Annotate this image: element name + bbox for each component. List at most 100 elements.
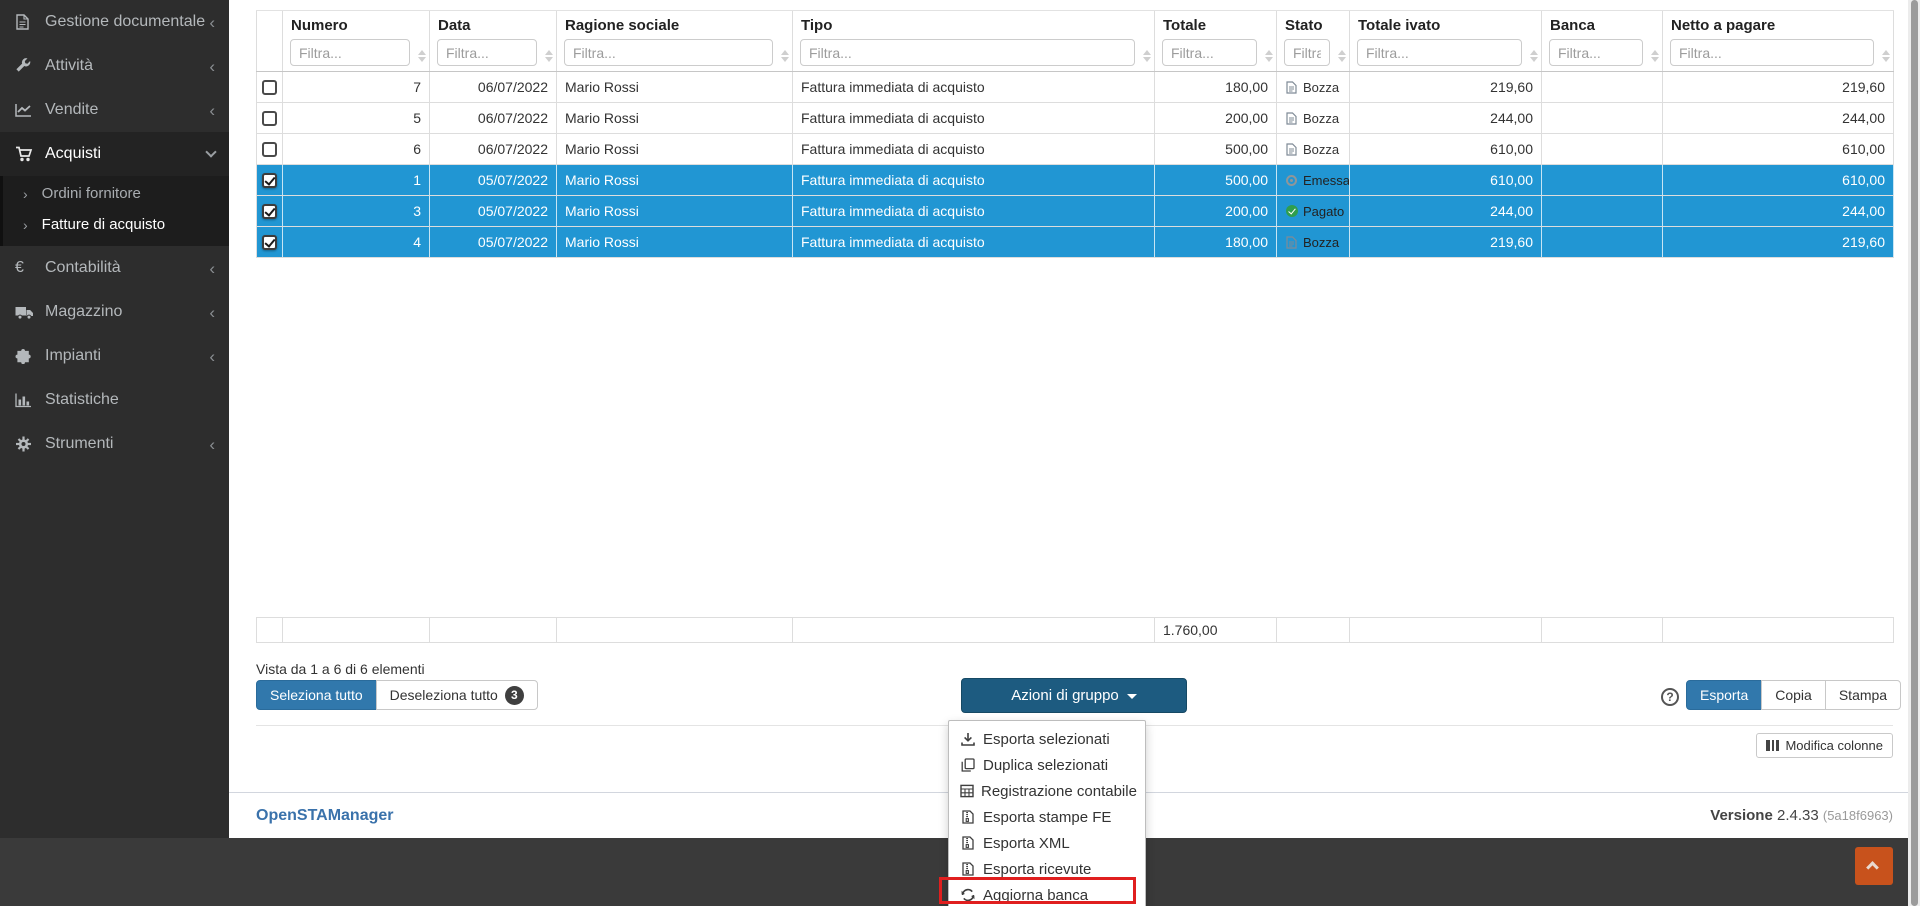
- cell-banca: [1542, 196, 1663, 226]
- filter-input-totale_ivato[interactable]: [1357, 39, 1522, 66]
- sidebar-item-impianti[interactable]: Impianti‹: [0, 334, 229, 378]
- menu-item-esporta-stampe-fe[interactable]: Esporta stampe FE: [949, 804, 1145, 830]
- sidebar-item-label: Magazzino: [45, 303, 122, 321]
- sidebar-item-magazzino[interactable]: Magazzino‹: [0, 290, 229, 334]
- filter-input-tipo[interactable]: [800, 39, 1135, 66]
- sidebar-section-vendite: Vendite‹: [0, 88, 229, 132]
- sidebar-item-statistiche[interactable]: Statistiche: [0, 378, 229, 422]
- row-checkbox-checked[interactable]: [262, 235, 277, 250]
- column-header-data[interactable]: Data: [430, 11, 557, 71]
- menu-item-esporta-ricevute[interactable]: Esporta ricevute: [949, 856, 1145, 882]
- cell-numero: 6: [283, 134, 430, 164]
- column-header-totale[interactable]: Totale: [1155, 11, 1277, 71]
- row-checkbox-checked[interactable]: [262, 204, 277, 219]
- cell-totale: 500,00: [1155, 134, 1277, 164]
- table-row[interactable]: 405/07/2022Mario RossiFattura immediata …: [256, 227, 1894, 258]
- row-checkbox[interactable]: [262, 111, 277, 126]
- column-header-banca[interactable]: Banca: [1542, 11, 1663, 71]
- sidebar-item-gestione-documentale[interactable]: Gestione documentale‹: [0, 0, 229, 44]
- sidebar-item-attivita[interactable]: Attività‹: [0, 44, 229, 88]
- sidebar-section-gestione-documentale: Gestione documentale‹: [0, 0, 229, 44]
- column-label: Numero: [283, 15, 429, 37]
- sort-carets-icon[interactable]: [545, 50, 553, 62]
- filter-input-netto_a_pagare[interactable]: [1670, 39, 1874, 66]
- column-label: Stato: [1277, 15, 1349, 37]
- sidebar-section-strumenti: Strumenti‹: [0, 422, 229, 466]
- filter-input-numero[interactable]: [290, 39, 410, 66]
- row-checkbox[interactable]: [262, 142, 277, 157]
- table-row[interactable]: 606/07/2022Mario RossiFattura immediata …: [256, 134, 1894, 165]
- row-checkbox[interactable]: [262, 80, 277, 95]
- sort-carets-icon[interactable]: [418, 50, 426, 62]
- group-actions-button[interactable]: Azioni di gruppo: [961, 678, 1187, 713]
- column-header-stato[interactable]: Stato: [1277, 11, 1350, 71]
- column-label: Tipo: [793, 15, 1154, 37]
- help-icon[interactable]: ?: [1661, 688, 1679, 706]
- column-header-numero[interactable]: Numero: [283, 11, 430, 71]
- filter-input-ragione_sociale[interactable]: [564, 39, 773, 66]
- edit-columns-button[interactable]: Modifica colonne: [1756, 733, 1893, 758]
- deselect-all-button[interactable]: Deseleziona tutto 3: [376, 680, 538, 710]
- sidebar-item-acquisti[interactable]: Acquisti: [0, 132, 229, 176]
- sort-carets-icon[interactable]: [1265, 50, 1273, 62]
- sidebar-subitem-label: Ordini fornitore: [42, 185, 141, 202]
- scroll-to-top-button[interactable]: [1855, 847, 1893, 885]
- menu-item-registrazione-contabile[interactable]: Registrazione contabile: [949, 778, 1145, 804]
- sort-carets-icon[interactable]: [1651, 50, 1659, 62]
- print-button[interactable]: Stampa: [1825, 680, 1901, 710]
- sidebar-item-label: Contabilità: [45, 259, 121, 277]
- cell-netto_a_pagare: 219,60: [1663, 72, 1894, 102]
- column-header-netto_a_pagare[interactable]: Netto a pagare: [1663, 11, 1894, 71]
- sidebar-subitem-ordini-fornitore[interactable]: › Ordini fornitore: [3, 178, 229, 209]
- status-label: Bozza: [1303, 235, 1339, 250]
- menu-item-esporta-xml[interactable]: Esporta XML: [949, 830, 1145, 856]
- sort-carets-icon[interactable]: [1143, 50, 1151, 62]
- filter-input-stato[interactable]: [1284, 39, 1330, 66]
- cell-ragione_sociale: Mario Rossi: [557, 134, 793, 164]
- cell-data: 05/07/2022: [430, 227, 557, 257]
- sidebar-item-strumenti[interactable]: Strumenti‹: [0, 422, 229, 466]
- status-label: Bozza: [1303, 111, 1339, 126]
- file-archive-icon: [960, 836, 976, 850]
- totals-empty-cell: [793, 617, 1155, 643]
- chevron-right-icon: ›: [23, 186, 28, 202]
- sort-carets-icon[interactable]: [1530, 50, 1538, 62]
- sort-carets-icon[interactable]: [1338, 50, 1346, 62]
- status-badge: Bozza: [1285, 80, 1339, 95]
- sort-carets-icon[interactable]: [1882, 50, 1890, 62]
- copy-icon: [960, 758, 976, 772]
- table-row[interactable]: 305/07/2022Mario RossiFattura immediata …: [256, 196, 1894, 227]
- cell-totale_ivato: 244,00: [1350, 196, 1542, 226]
- sidebar-subitem-fatture-di-acquisto[interactable]: ›Fatture di acquisto: [3, 209, 229, 240]
- chevron-left-icon: ‹: [209, 102, 215, 119]
- table-totals-row: 1.760,00: [256, 617, 1894, 643]
- table-row[interactable]: 706/07/2022Mario RossiFattura immediata …: [256, 72, 1894, 103]
- sort-carets-icon[interactable]: [781, 50, 789, 62]
- export-button[interactable]: Esporta: [1686, 680, 1762, 710]
- row-checkbox-cell: [256, 165, 283, 195]
- chevron-left-icon: ‹: [209, 436, 215, 453]
- filter-input-totale[interactable]: [1162, 39, 1257, 66]
- column-header-tipo[interactable]: Tipo: [793, 11, 1155, 71]
- cell-data: 06/07/2022: [430, 134, 557, 164]
- sidebar-item-vendite[interactable]: Vendite‹: [0, 88, 229, 132]
- select-all-button[interactable]: Seleziona tutto: [256, 680, 377, 710]
- sidebar-item-label: Acquisti: [45, 145, 101, 163]
- copy-button[interactable]: Copia: [1761, 680, 1826, 710]
- table-row[interactable]: 506/07/2022Mario RossiFattura immediata …: [256, 103, 1894, 134]
- cell-banca: [1542, 134, 1663, 164]
- cell-banca: [1542, 165, 1663, 195]
- sidebar-item-contabilita[interactable]: €Contabilità‹: [0, 246, 229, 290]
- column-header-totale_ivato[interactable]: Totale ivato: [1350, 11, 1542, 71]
- menu-item-duplica-selezionati[interactable]: Duplica selezionati: [949, 752, 1145, 778]
- scrollbar-thumb[interactable]: [1911, 0, 1918, 906]
- column-header-ragione_sociale[interactable]: Ragione sociale: [557, 11, 793, 71]
- cell-tipo: Fattura immediata di acquisto: [793, 227, 1155, 257]
- brand-link[interactable]: OpenSTAManager: [256, 807, 394, 825]
- menu-item-aggiorna-banca[interactable]: Aggiorna banca: [949, 882, 1145, 906]
- menu-item-esporta-selezionati[interactable]: Esporta selezionati: [949, 726, 1145, 752]
- filter-input-banca[interactable]: [1549, 39, 1643, 66]
- row-checkbox-checked[interactable]: [262, 173, 277, 188]
- filter-input-data[interactable]: [437, 39, 537, 66]
- table-row[interactable]: 105/07/2022Mario RossiFattura immediata …: [256, 165, 1894, 196]
